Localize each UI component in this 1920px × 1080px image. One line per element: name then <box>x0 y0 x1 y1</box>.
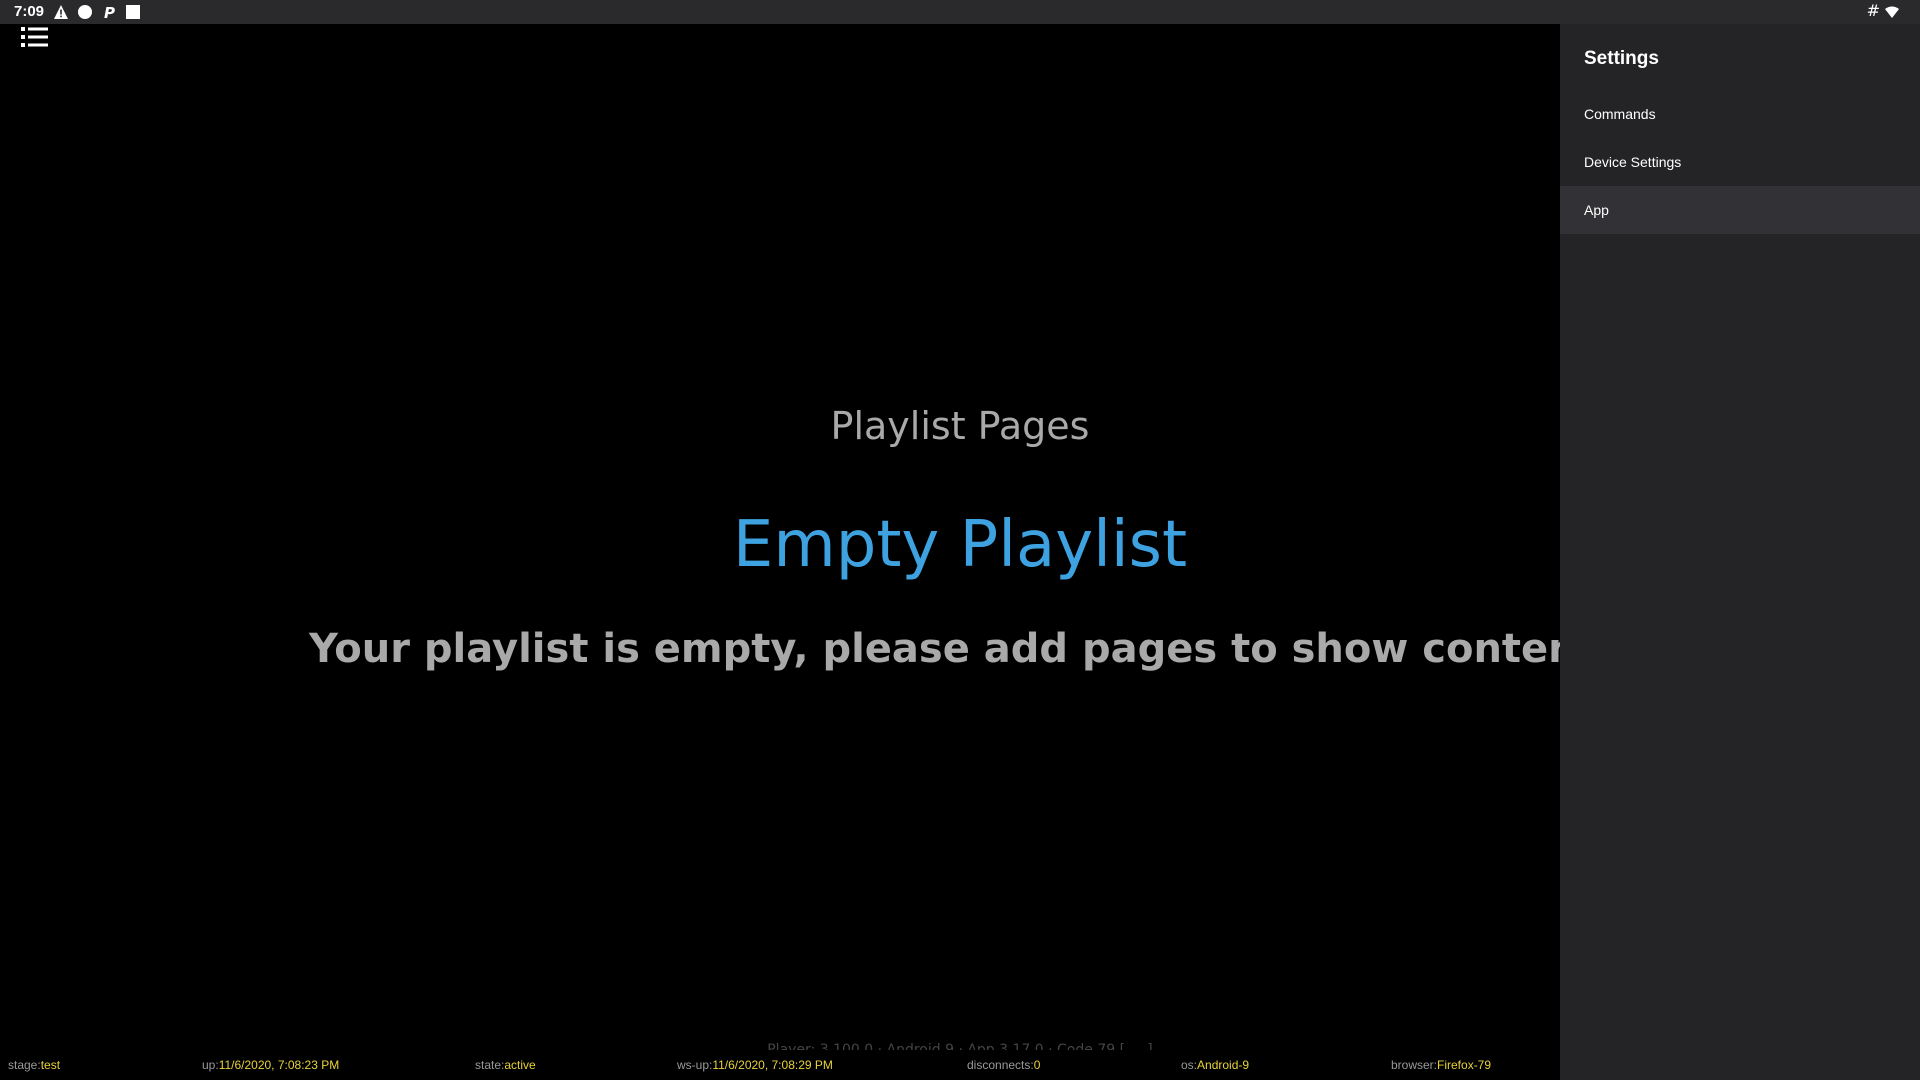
drawer-item-label: App <box>1584 202 1609 218</box>
stat-stage: stage:test <box>8 1058 61 1072</box>
status-footer: stage:test up:11/6/2020, 7:08:23 PM stat… <box>0 1056 1560 1076</box>
list-menu-icon[interactable] <box>20 24 50 50</box>
circle-icon <box>78 5 92 19</box>
drawer-item-app[interactable]: App <box>1560 186 1920 234</box>
p-icon: P <box>104 4 115 20</box>
square-icon <box>126 5 140 19</box>
stat-os: os:Android-9 <box>1181 1058 1250 1072</box>
svg-text:P: P <box>104 4 115 20</box>
drawer-item-device-settings[interactable]: Device Settings <box>1560 138 1920 186</box>
stat-up: up:11/6/2020, 7:08:23 PM <box>202 1058 340 1072</box>
settings-drawer: Settings Commands Device Settings App <box>1560 24 1920 1080</box>
stat-state: state:active <box>475 1058 536 1072</box>
stat-disconnects: disconnects:0 <box>967 1058 1041 1072</box>
hash-icon: # <box>1866 1 1880 20</box>
status-bar: 7:09 P # <box>0 0 1920 24</box>
drawer-item-commands[interactable]: Commands <box>1560 90 1920 138</box>
stat-browser: browser:Firefox-79 <box>1391 1058 1492 1072</box>
drawer-item-label: Device Settings <box>1584 154 1682 170</box>
drawer-title: Settings <box>1584 48 1659 69</box>
drawer-item-label: Commands <box>1584 106 1656 122</box>
stat-ws-up: ws-up:11/6/2020, 7:08:29 PM <box>677 1058 833 1072</box>
status-time: 7:09 <box>14 3 45 20</box>
wifi-icon <box>1885 6 1899 18</box>
warning-icon <box>54 5 68 19</box>
